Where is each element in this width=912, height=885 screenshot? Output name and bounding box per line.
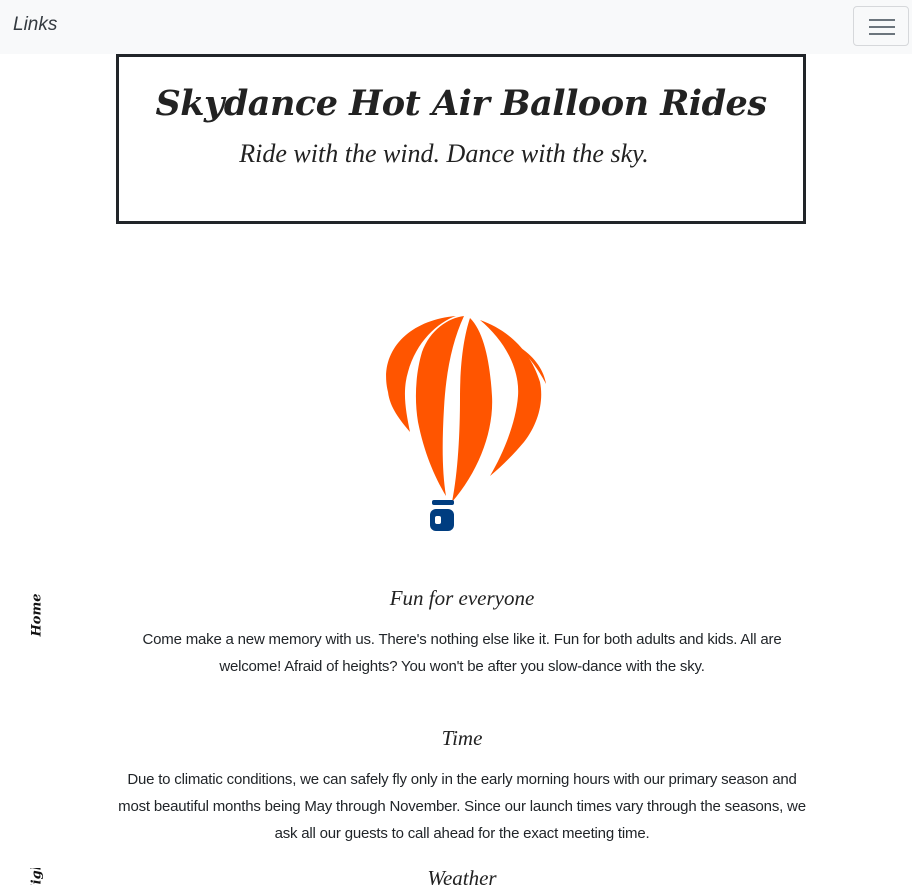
navbar-brand-link[interactable]: Links [13,14,57,36]
site-title: Skydance Hot Air Balloon Rides [155,83,767,124]
basket-window [435,516,441,524]
section-time: Time Due to climatic conditions, we can … [110,726,814,847]
section-heading: Weather [427,866,497,885]
side-nav-flights-link[interactable]: Flights [22,868,52,885]
hot-air-balloon-icon [386,316,546,531]
section-body: Due to climatic conditions, we can safel… [118,771,806,842]
site-header: Skydance Hot Air Balloon Rides Ride with… [116,54,806,224]
side-nav-home-link[interactable]: Home [22,594,52,650]
section-heading: Fun for everyone [389,586,535,610]
balloon-basket [430,500,454,531]
section-weather: Weather [110,866,814,885]
navbar: Links [0,0,912,54]
site-tagline: Ride with the wind. Dance with the sky. [239,139,649,168]
section-heading: Time [441,726,483,750]
section-body: Come make a new memory with us. There's … [142,631,782,675]
section-fun: Fun for everyone Come make a new memory … [110,586,814,680]
navbar-toggle-button[interactable] [853,6,909,46]
balloon-envelope [386,316,546,502]
